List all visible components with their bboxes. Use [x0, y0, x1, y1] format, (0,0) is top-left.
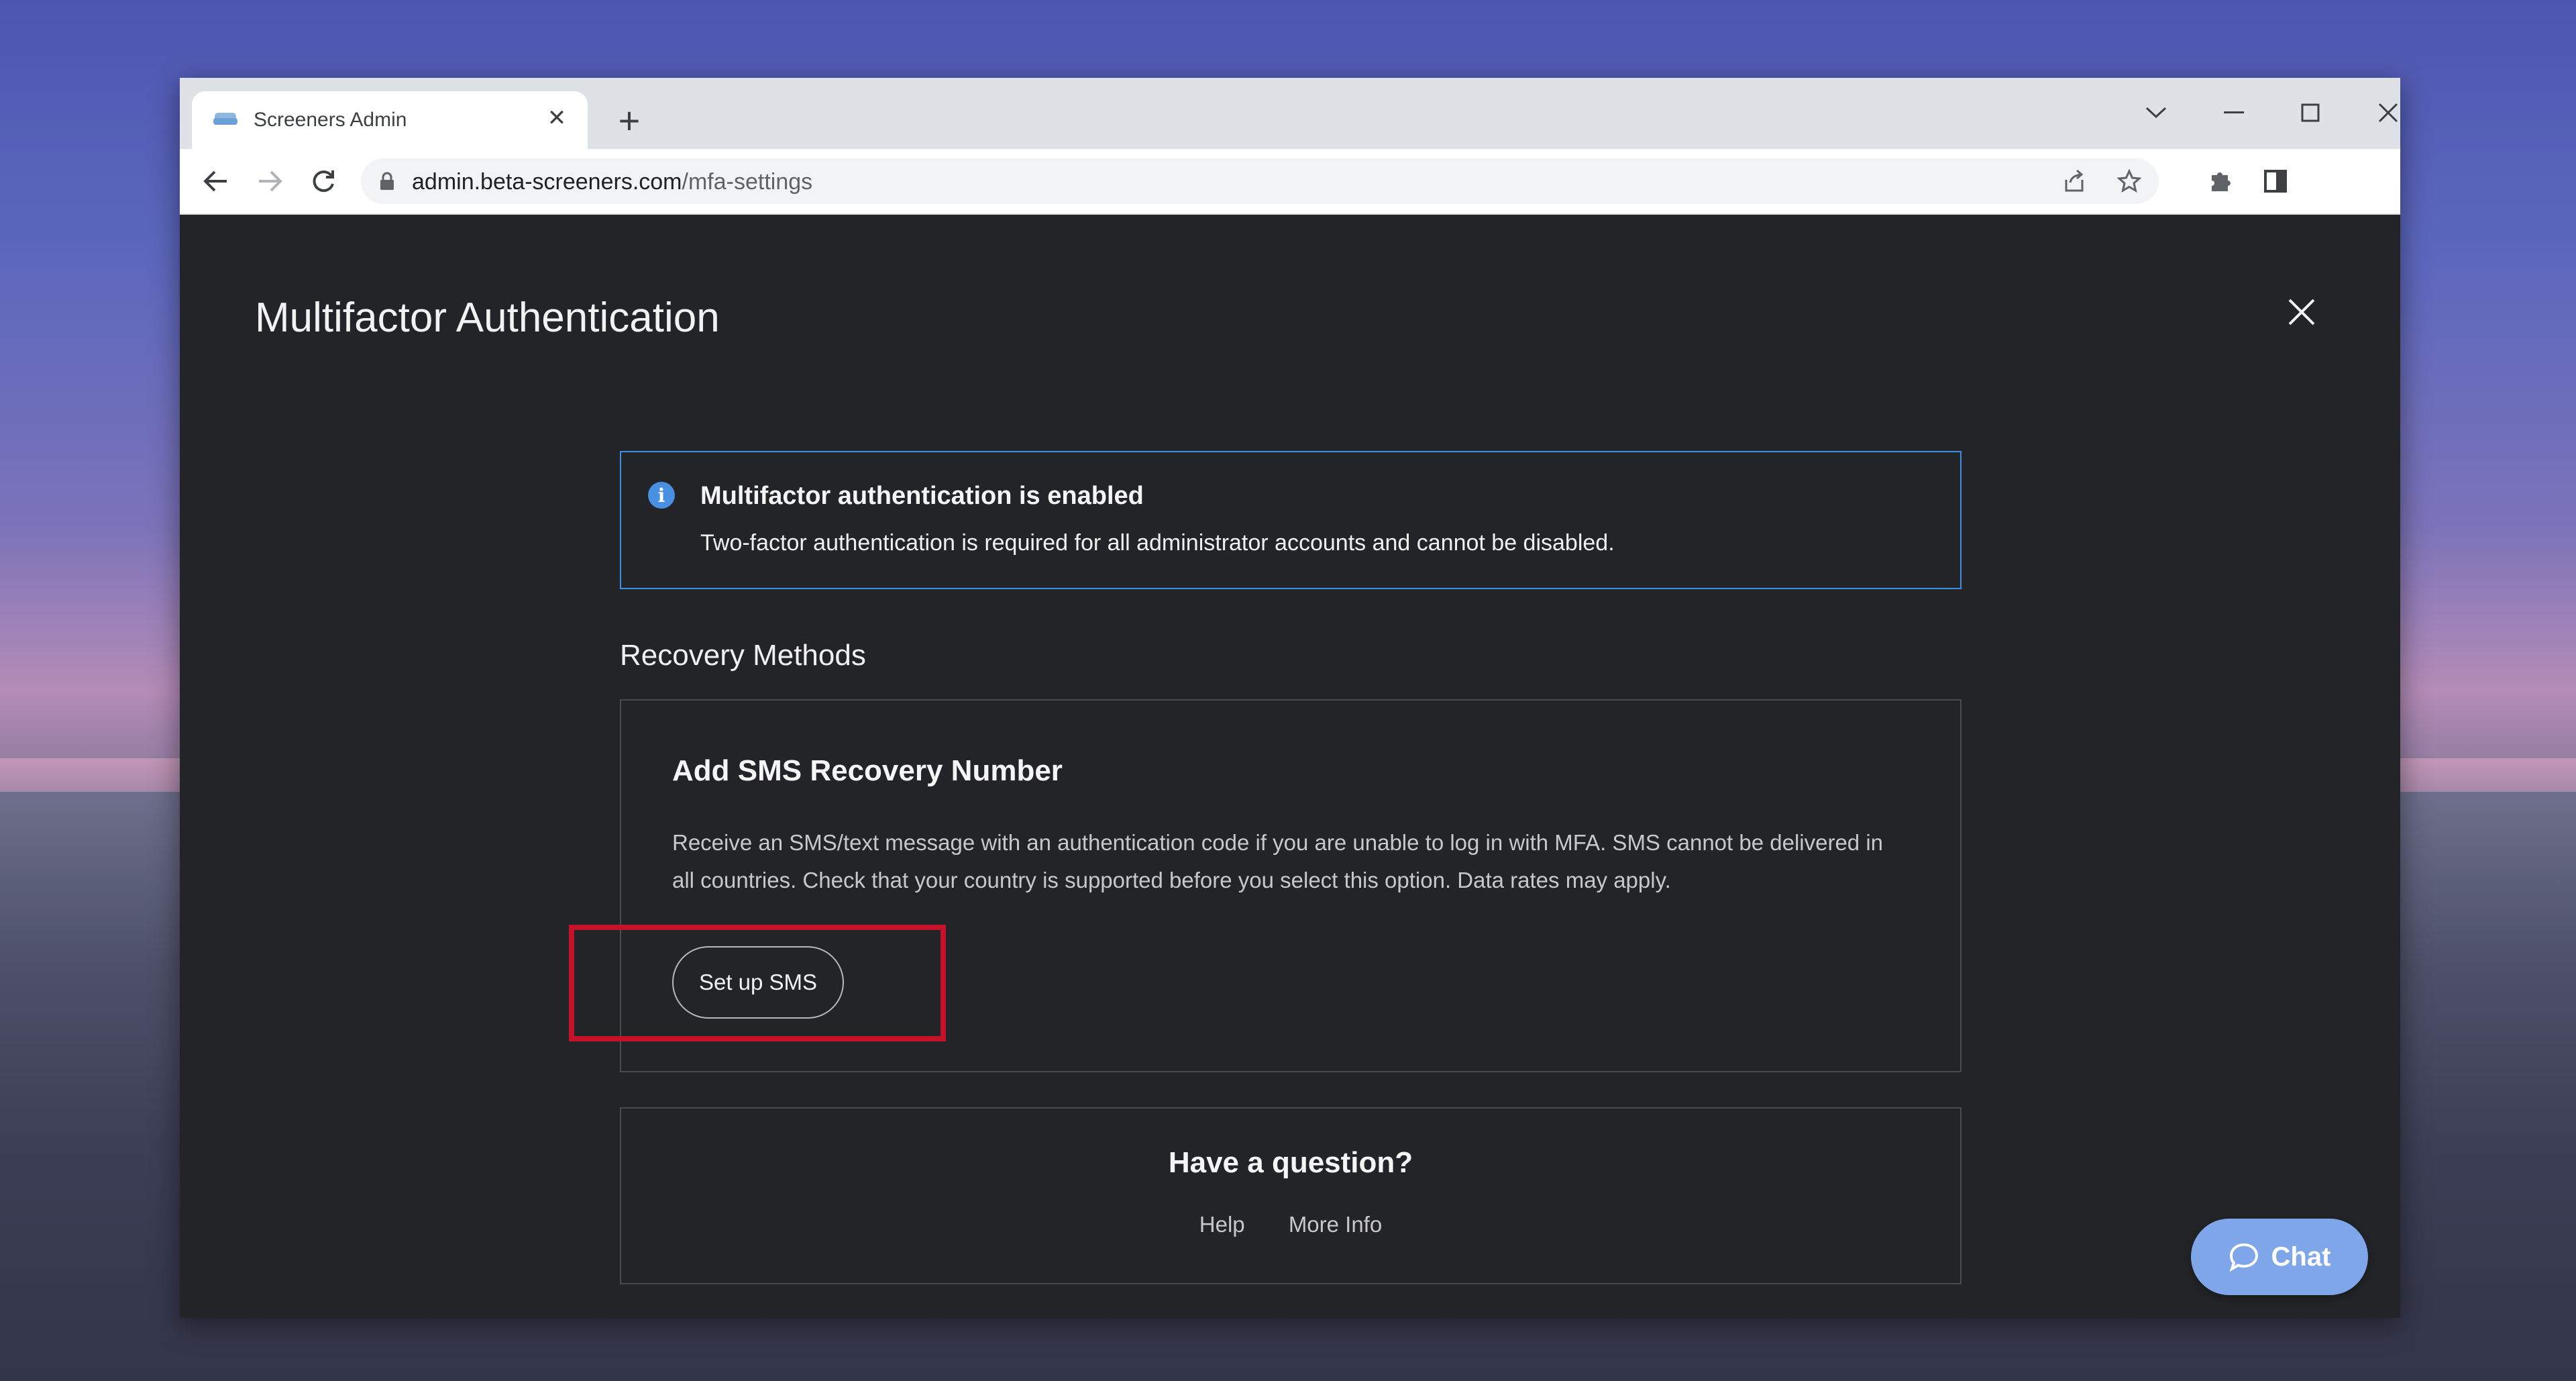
help-card: Have a question? Help More Info: [620, 1107, 1962, 1284]
more-info-link[interactable]: More Info: [1289, 1212, 1382, 1237]
recovery-methods-heading: Recovery Methods: [620, 639, 866, 672]
chat-label: Chat: [2271, 1241, 2331, 1272]
maximize-icon[interactable]: [2284, 86, 2337, 140]
back-arrow-icon[interactable]: [196, 161, 236, 201]
extensions-puzzle-icon[interactable]: [2200, 161, 2241, 201]
tab-search-icon[interactable]: [2129, 86, 2183, 140]
notice-text: Two-factor authentication is required fo…: [700, 530, 1615, 556]
tab-close-icon[interactable]: ✕: [542, 103, 572, 133]
page-content: Multifactor Authentication i Multifactor…: [180, 215, 2400, 1318]
help-link[interactable]: Help: [1199, 1212, 1245, 1237]
browser-toolbar: admin.beta-screeners.com/mfa-settings: [180, 149, 2400, 215]
sofa-favicon-icon: [212, 110, 239, 129]
sms-card-title: Add SMS Recovery Number: [672, 754, 1063, 787]
annotation-highlight-box: [569, 925, 946, 1041]
url-host: admin.beta-screeners.com: [412, 169, 682, 195]
tab-screeners-admin[interactable]: Screeners Admin ✕: [192, 91, 588, 149]
bookmark-star-icon[interactable]: [2114, 166, 2144, 196]
share-icon[interactable]: [2059, 166, 2089, 196]
url-text: admin.beta-screeners.com/mfa-settings: [412, 169, 812, 195]
info-icon: i: [648, 482, 675, 509]
lock-icon: [380, 172, 394, 194]
chat-button[interactable]: Chat: [2191, 1219, 2368, 1295]
page-title: Multifactor Authentication: [255, 295, 720, 341]
reload-icon[interactable]: [303, 161, 343, 201]
forward-arrow-icon[interactable]: [250, 161, 290, 201]
tab-title: Screeners Admin: [254, 109, 407, 131]
address-bar[interactable]: admin.beta-screeners.com/mfa-settings: [361, 158, 2159, 204]
chat-bubble-icon: [2229, 1243, 2258, 1272]
help-card-title: Have a question?: [1168, 1146, 1413, 1179]
help-links: Help More Info: [621, 1212, 1960, 1237]
browser-window: Screeners Admin ✕ + admin.beta-screeners…: [180, 78, 2400, 1318]
side-panel-icon[interactable]: [2255, 161, 2296, 201]
notice-title: Multifactor authentication is enabled: [700, 482, 1144, 510]
mfa-enabled-notice: i Multifactor authentication is enabled …: [620, 451, 1962, 589]
minimize-icon[interactable]: [2207, 86, 2261, 140]
window-close-icon[interactable]: [2361, 86, 2400, 140]
url-path: /mfa-settings: [682, 169, 813, 195]
tab-strip: Screeners Admin ✕ +: [180, 78, 2400, 149]
new-tab-icon[interactable]: +: [609, 101, 649, 141]
close-icon[interactable]: [2278, 289, 2325, 336]
sms-card-description: Receive an SMS/text message with an auth…: [672, 830, 1884, 892]
